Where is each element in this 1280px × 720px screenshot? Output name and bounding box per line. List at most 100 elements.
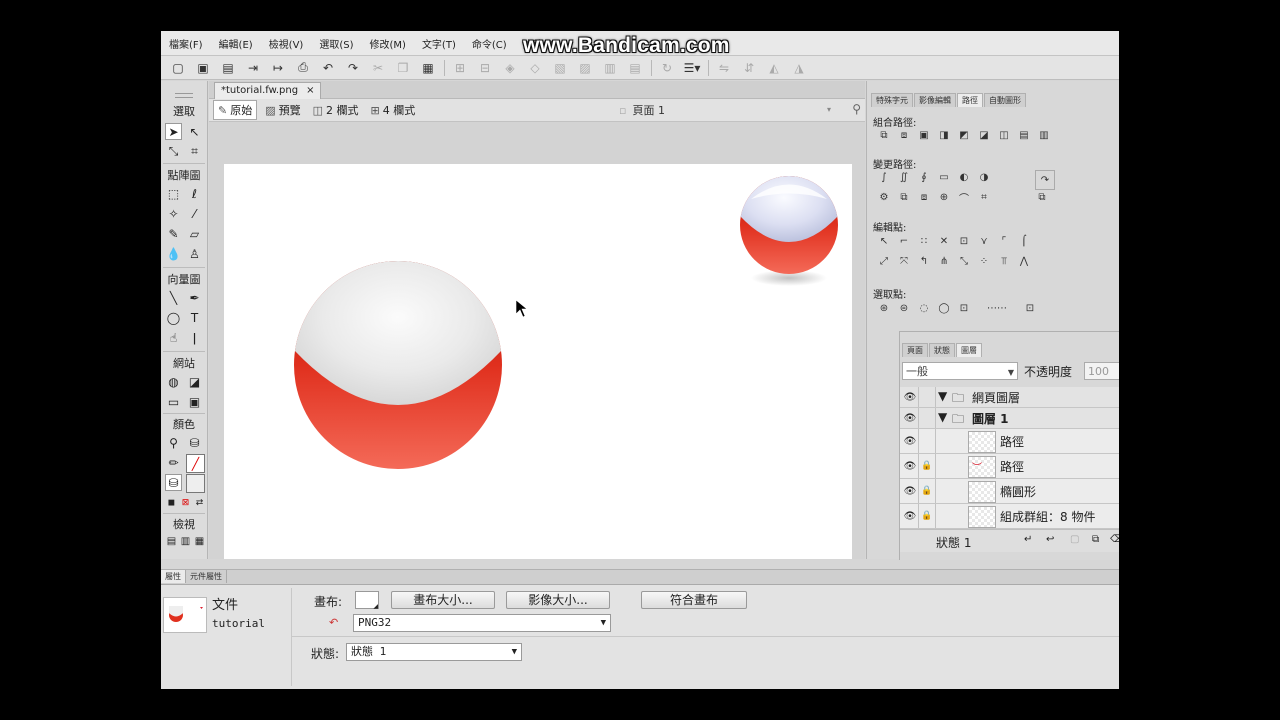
blend-mode-select[interactable]: 一般 ▼ — [902, 362, 1018, 380]
lock-toggle[interactable] — [919, 387, 936, 407]
select-range-icon[interactable]: ⋯⋯ — [977, 301, 1017, 315]
tab-pages[interactable]: 頁面 — [902, 343, 928, 357]
export-icon[interactable]: ↦ — [269, 59, 287, 77]
canvas-size-button[interactable]: 畫布大小... — [391, 591, 495, 609]
select-last-point-icon[interactable]: ◌ — [917, 301, 931, 315]
point-split-icon[interactable]: ⋎ — [977, 234, 991, 248]
skew-icon[interactable]: ◮ — [790, 59, 808, 77]
union-icon[interactable]: ⧉ — [877, 128, 891, 142]
lock-icon[interactable]: 🔒 — [919, 454, 936, 478]
reverse-path-icon[interactable]: ◐ — [957, 170, 971, 184]
crop-path-icon[interactable]: ◨ — [937, 128, 951, 142]
select-inverse-icon[interactable]: ◯ — [937, 301, 951, 315]
document-tab[interactable]: *tutorial.fw.png × — [214, 82, 322, 99]
view-4up-button[interactable]: ⊞ 4 欄式 — [367, 101, 420, 119]
fill-color-icon[interactable]: ⛁ — [165, 474, 182, 491]
point-round-icon[interactable]: ⌠ — [1017, 234, 1031, 248]
transform-icon[interactable]: ⌗ — [977, 190, 991, 204]
lock-icon[interactable]: 🔒 — [919, 504, 936, 528]
view-preview-button[interactable]: ▨ 預覽 — [261, 101, 304, 119]
bend-tool-icon[interactable]: ↷ — [1035, 170, 1055, 190]
new-sublayer-icon[interactable]: ↩ — [1046, 534, 1054, 545]
new-layer-icon[interactable]: ▢ — [1070, 534, 1079, 545]
swap-colors-icon[interactable]: ⇄ — [191, 494, 208, 511]
group-icon[interactable]: ⊞ — [451, 59, 469, 77]
hide-slices-icon[interactable]: ▭ — [165, 393, 182, 410]
curve-icon[interactable]: ⌒ — [957, 190, 971, 205]
send-back-icon[interactable]: ▨ — [576, 59, 594, 77]
page-selector[interactable]: ▫ 頁面 1 ▾ — [619, 102, 831, 118]
lasso-tool-icon[interactable]: ℓ — [186, 185, 203, 202]
open-icon[interactable]: ▤ — [219, 59, 237, 77]
paste-icon[interactable]: ▦ — [419, 59, 437, 77]
undo-icon[interactable]: ↶ — [319, 59, 337, 77]
select-bounds-icon[interactable]: ⊡ — [1023, 301, 1037, 315]
tab-path[interactable]: 路徑 — [957, 93, 983, 107]
scale-tool-icon[interactable]: ⤡ — [165, 143, 182, 160]
tab-special-characters[interactable]: 特殊字元 — [871, 93, 913, 107]
view-2up-button[interactable]: ◫ 2 欄式 — [309, 101, 363, 119]
duplicate-path-icon[interactable]: ⧉ — [897, 190, 911, 204]
point-peak-icon[interactable]: ⋀ — [1017, 254, 1031, 268]
point-hook-icon[interactable]: ↰ — [917, 254, 931, 268]
copy-icon[interactable]: ❐ — [394, 59, 412, 77]
stroke-swatch[interactable]: ╱ — [186, 454, 205, 473]
ellipse-tool-icon[interactable]: ◯ — [165, 309, 182, 326]
layer-row-ellipse[interactable]: 👁 🔒 橢圓形 — [900, 479, 1119, 504]
fit-canvas-button[interactable]: 符合畫布 — [641, 591, 747, 609]
duplicate-layer-icon[interactable]: ⧉ — [1092, 534, 1099, 545]
point-corner-icon[interactable]: ↖ — [877, 234, 891, 248]
align-icon[interactable]: ▥ — [601, 59, 619, 77]
layer-row-group[interactable]: 👁 🔒 組成群組：8 物件 — [900, 504, 1119, 529]
stroke-color-icon[interactable]: ✏ — [165, 454, 182, 471]
opacity-input[interactable]: 100 — [1084, 362, 1119, 380]
visibility-eye-icon[interactable]: 👁 — [902, 479, 919, 503]
rotate-icon[interactable]: ↻ — [658, 59, 676, 77]
punch-icon[interactable]: ▣ — [917, 128, 931, 142]
menu-edit[interactable]: 編輯(E) — [211, 36, 261, 51]
blur-tool-icon[interactable]: 💧 — [165, 245, 182, 262]
full-screen-icon[interactable]: ▦ — [191, 533, 208, 550]
tab-properties[interactable]: 屬性 — [161, 570, 186, 583]
point-cross-icon[interactable]: ⤧ — [897, 254, 911, 268]
tweak-icon[interactable]: ⧈ — [917, 190, 931, 204]
menu-modify[interactable]: 修改(M) — [362, 36, 414, 51]
fill-swatch[interactable] — [186, 474, 205, 493]
close-tab-icon[interactable]: × — [306, 83, 314, 99]
menu-select[interactable]: 選取(S) — [311, 36, 361, 51]
save-icon[interactable]: ▣ — [194, 59, 212, 77]
path-options-icon[interactable]: ⧉ — [1035, 190, 1049, 204]
panel-grip[interactable] — [175, 93, 193, 98]
point-align-icon[interactable]: ⫪ — [997, 254, 1011, 268]
tab-symbol-properties[interactable]: 元件屬性 — [186, 570, 227, 583]
import-icon[interactable]: ⇥ — [244, 59, 262, 77]
brush-tool-icon[interactable]: ⁄ — [186, 205, 203, 222]
lock-toggle[interactable] — [919, 408, 936, 428]
split-path-icon[interactable]: ◪ — [977, 128, 991, 142]
distribute-icon[interactable]: ▤ — [626, 59, 644, 77]
delete-layer-icon[interactable]: ⌫ — [1110, 534, 1119, 545]
expand-stroke-icon[interactable]: ∮ — [917, 170, 931, 184]
flip-horizontal-icon[interactable]: ⇋ — [715, 59, 733, 77]
rubber-stamp-tool-icon[interactable]: ♙ — [186, 245, 203, 262]
menu-text[interactable]: 文字(T) — [414, 36, 464, 51]
layer-expand-icon[interactable]: ▼ — [938, 410, 947, 424]
hotspot-tool-icon[interactable]: ◍ — [165, 373, 182, 390]
convert-icon[interactable]: ⚙ — [877, 190, 891, 204]
split-icon[interactable]: ◇ — [526, 59, 544, 77]
slice-tool-icon[interactable]: ◪ — [186, 373, 203, 390]
intersect-icon[interactable]: ⧈ — [897, 128, 911, 142]
large-red-ball[interactable] — [294, 254, 502, 469]
knife-tool-icon[interactable]: ǀ — [186, 329, 203, 346]
outline-icon[interactable]: ▤ — [1017, 128, 1031, 142]
magic-wand-tool-icon[interactable]: ✧ — [165, 205, 182, 222]
scale-icon[interactable]: ◭ — [765, 59, 783, 77]
crop-tool-icon[interactable]: ⌗ — [186, 143, 203, 160]
point-add-icon[interactable]: ✕ — [937, 234, 951, 248]
tab-auto-shapes[interactable]: 自動圖形 — [984, 93, 1026, 107]
image-size-button[interactable]: 影像大小... — [506, 591, 610, 609]
flip-vertical-icon[interactable]: ⇵ — [740, 59, 758, 77]
visibility-eye-icon[interactable]: 👁 — [902, 408, 919, 428]
point-dots-icon[interactable]: ⁘ — [977, 254, 991, 268]
join-icon[interactable]: ◈ — [501, 59, 519, 77]
